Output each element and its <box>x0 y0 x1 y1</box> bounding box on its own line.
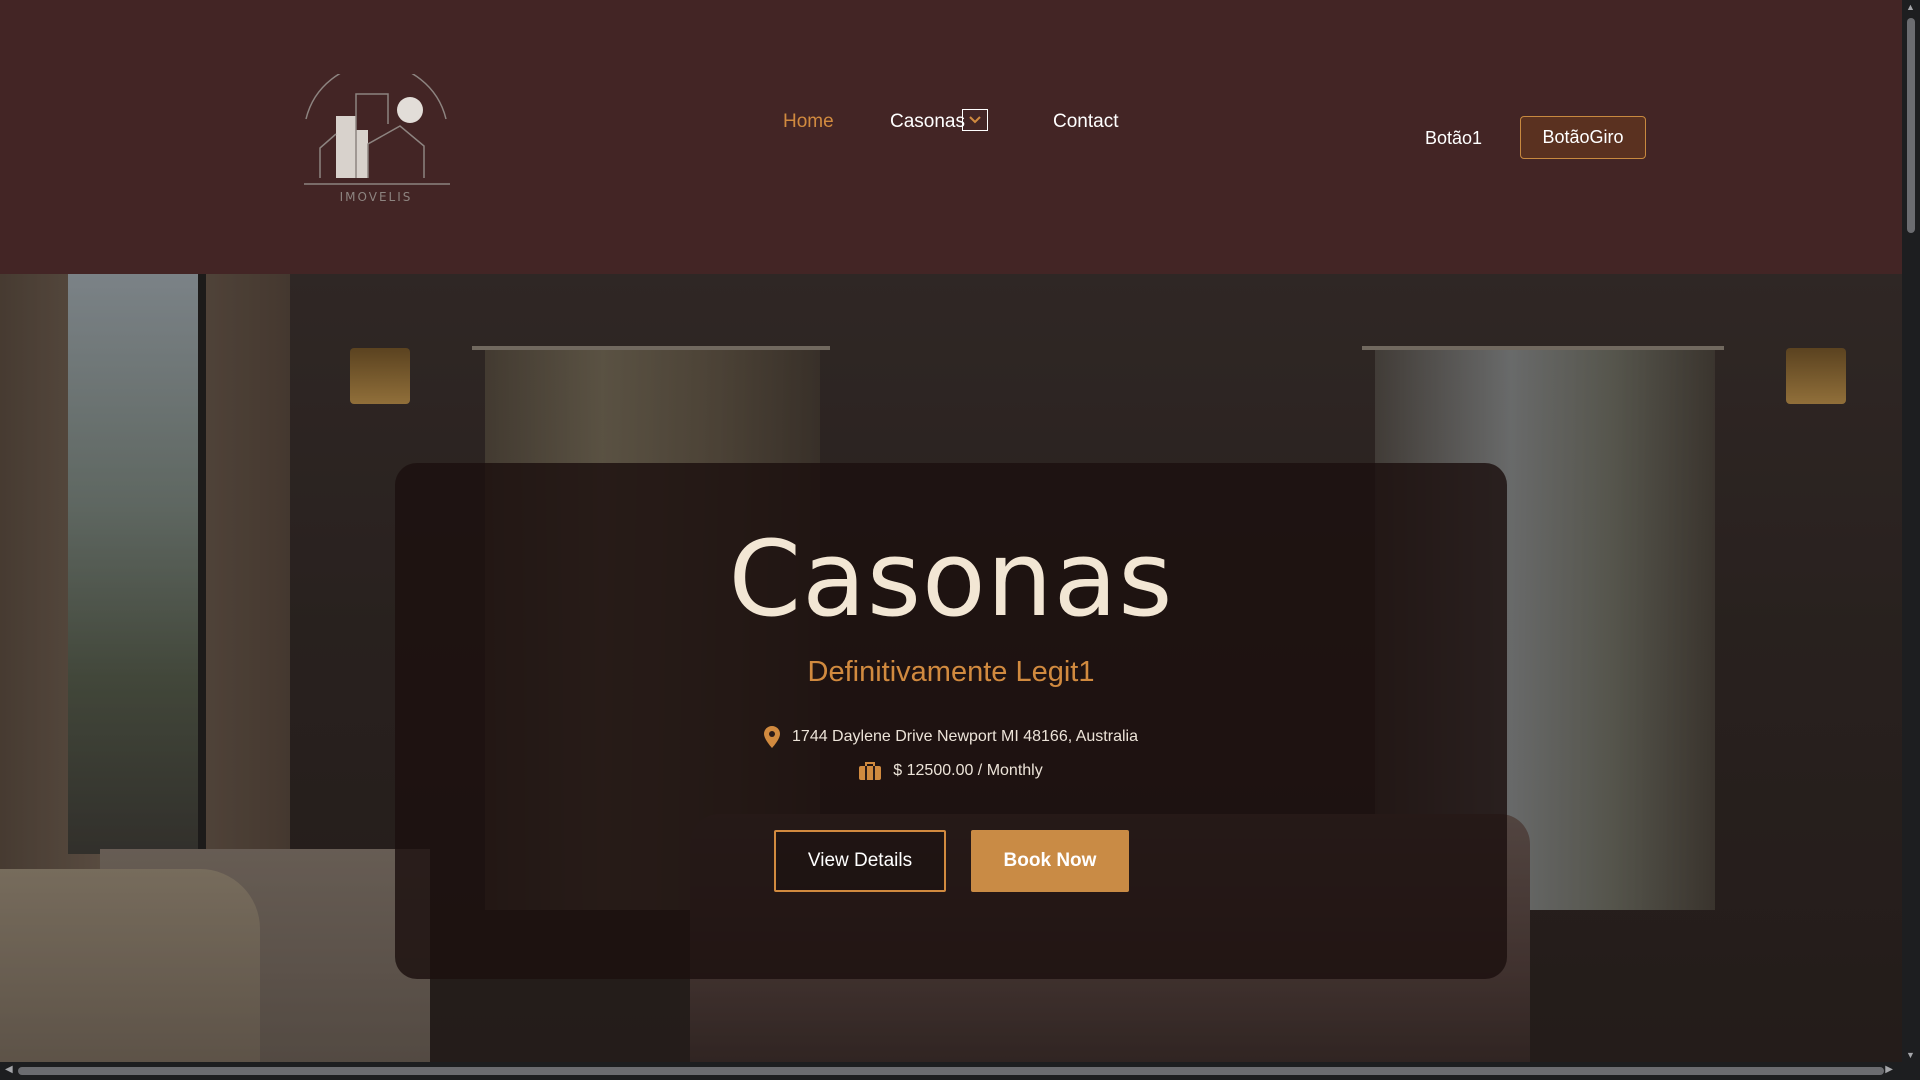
nav-item-contact[interactable]: Contact <box>1053 108 1118 136</box>
hero-subtitle: Definitivamente Legit1 <box>807 656 1095 688</box>
nav-item-home[interactable]: Home <box>783 108 834 136</box>
address-text: 1744 Daylene Drive Newport MI 48166, Aus… <box>792 728 1138 745</box>
botao1-button[interactable]: Botão1 <box>1425 124 1482 152</box>
hero-section: Casonas Definitivamente Legit1 1744 Dayl… <box>0 274 1902 1062</box>
vertical-scroll-thumb[interactable] <box>1907 18 1915 233</box>
scroll-right-icon[interactable]: ▶ <box>1885 1064 1893 1075</box>
property-address: 1744 Daylene Drive Newport MI 48166, Aus… <box>0 726 1902 748</box>
botaogiro-button[interactable]: BotãoGiro <box>1520 116 1646 159</box>
briefcase-icon <box>859 762 882 780</box>
hero-title: Casonas <box>728 518 1174 640</box>
nav-item-casonas[interactable]: Casonas <box>890 108 965 136</box>
map-pin-icon <box>764 726 781 748</box>
scroll-down-icon[interactable]: ▼ <box>1906 1050 1915 1060</box>
vertical-scrollbar[interactable]: ▲ ▼ <box>1902 0 1920 1062</box>
brand-logo[interactable]: IMOVELIS <box>300 74 452 206</box>
horizontal-scrollbar[interactable]: ◀ ▶ <box>0 1062 1920 1080</box>
scroll-left-icon[interactable]: ◀ <box>5 1064 13 1075</box>
book-now-button[interactable]: Book Now <box>971 830 1129 892</box>
logo-text: IMOVELIS <box>339 190 413 204</box>
scroll-up-icon[interactable]: ▲ <box>1906 2 1915 12</box>
property-price: $ 12500.00 / Monthly <box>0 762 1902 780</box>
horizontal-scroll-thumb[interactable] <box>18 1067 1884 1075</box>
price-text: $ 12500.00 / Monthly <box>893 762 1043 779</box>
view-details-button[interactable]: View Details <box>774 830 946 892</box>
site-header: IMOVELIS Home Casonas Contact Botão1 Bot… <box>0 0 1902 274</box>
chevron-down-icon <box>969 116 981 124</box>
casonas-dropdown-toggle[interactable] <box>962 109 988 131</box>
